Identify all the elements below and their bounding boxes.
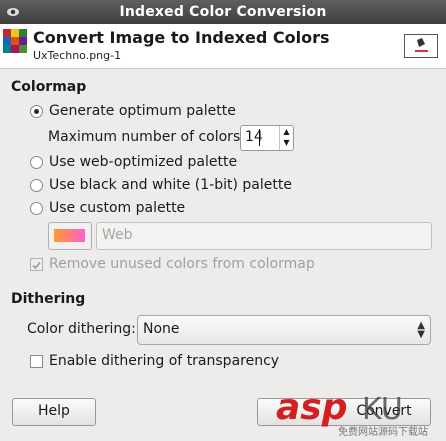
- palette-name-field[interactable]: Web: [96, 222, 432, 250]
- help-button[interactable]: Help: [12, 398, 96, 426]
- watermark-subtext: 免费网站源码下载站: [338, 425, 428, 437]
- color-dithering-label: Color dithering:: [27, 321, 136, 337]
- image-name: UxTechno.png-1: [33, 49, 122, 62]
- max-colors-spinbox[interactable]: 14 ▲ ▼: [240, 125, 294, 151]
- window-titlebar: Indexed Color Conversion: [0, 0, 446, 24]
- image-thumbnail: [404, 34, 438, 58]
- spin-down-icon[interactable]: ▼: [280, 137, 293, 148]
- aspku-watermark-logo: asp KU 免费网站源码下载站: [276, 387, 428, 437]
- black-white-label: Use black and white (1-bit) palette: [49, 177, 292, 193]
- palette-swatch-button[interactable]: [48, 222, 92, 250]
- dither-transparency-checkbox[interactable]: [30, 355, 43, 368]
- window-title: Indexed Color Conversion: [119, 4, 327, 20]
- dialog-header: Convert Image to Indexed Colors UxTechno…: [0, 24, 446, 69]
- generate-optimum-label: Generate optimum palette: [49, 103, 236, 119]
- colormap-heading: Colormap: [11, 79, 87, 95]
- help-button-label: Help: [38, 403, 70, 419]
- watermark-logo-text-2: KU: [362, 392, 403, 427]
- dialog-heading: Convert Image to Indexed Colors: [33, 28, 330, 47]
- spin-buttons[interactable]: ▲ ▼: [279, 126, 293, 150]
- text-caret: [259, 129, 260, 146]
- watermark-logo-text: asp: [276, 387, 348, 428]
- dithering-heading: Dithering: [11, 291, 86, 307]
- custom-palette-label: Use custom palette: [49, 200, 186, 216]
- dither-transparency-label: Enable dithering of transparency: [49, 353, 280, 369]
- web-optimized-radio[interactable]: [30, 156, 43, 169]
- remove-unused-checkbox[interactable]: [30, 258, 43, 271]
- check-icon: [32, 261, 41, 270]
- max-colors-value[interactable]: 14: [245, 129, 263, 145]
- color-dithering-select[interactable]: None ▲ ▼: [137, 315, 431, 345]
- black-white-radio[interactable]: [30, 179, 43, 192]
- color-dithering-value: None: [143, 321, 180, 337]
- spin-up-icon[interactable]: ▲: [280, 126, 293, 137]
- remove-unused-label: Remove unused colors from colormap: [49, 256, 315, 272]
- generate-optimum-radio[interactable]: [30, 105, 43, 118]
- combo-arrows-icon: ▲ ▼: [417, 320, 425, 340]
- indexed-color-icon: [3, 29, 27, 53]
- max-colors-label: Maximum number of colors:: [48, 129, 245, 145]
- palette-gradient-swatch: [54, 229, 85, 242]
- palette-name-value: Web: [102, 227, 133, 243]
- web-optimized-label: Use web-optimized palette: [49, 154, 238, 170]
- custom-palette-radio[interactable]: [30, 202, 43, 215]
